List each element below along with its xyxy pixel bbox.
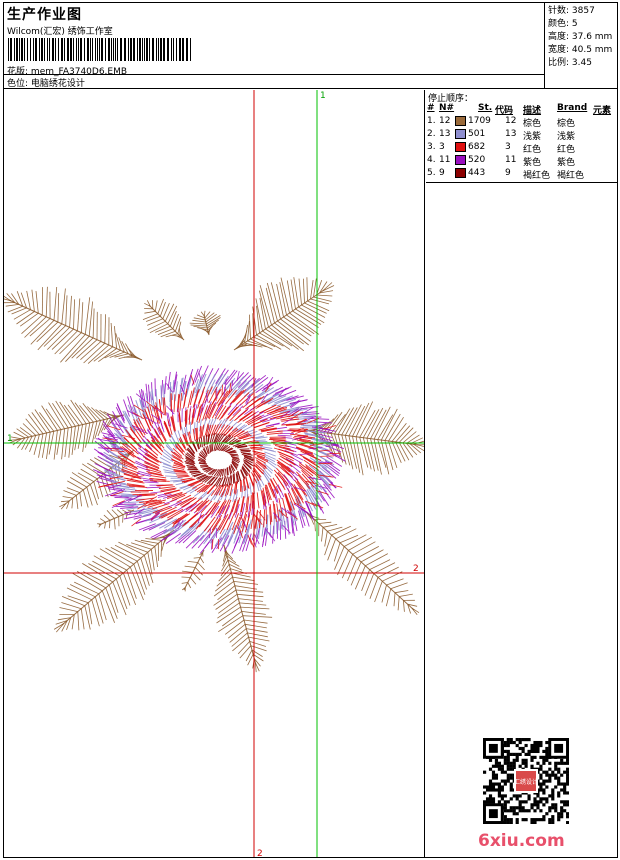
design-stats: 针数: 3857 颜色: 5 高度: 37.6 mm 宽度: 40.5 mm 比… <box>548 5 618 70</box>
row-index: 1. <box>427 116 436 126</box>
thread-row: 4. 11 520 11 紫色 紫色 <box>426 155 617 168</box>
row-brand: 棕色 <box>557 119 576 129</box>
color-value: 电脑绣花设计 <box>30 79 85 89</box>
row-desc: 棕色 <box>523 119 542 129</box>
marker-left: 1 <box>7 434 13 444</box>
row-stitches: 1709 <box>468 116 491 126</box>
thread-sequence-table: 停止顺序： # N# St. 代码 描述 Brand 元素 1. 12 1709 12… <box>426 90 617 183</box>
qr-stamp-text: 汇绣设计 <box>514 778 538 786</box>
row-index: 4. <box>427 155 436 165</box>
thread-row: 1. 12 1709 12 棕色 棕色 <box>426 116 617 129</box>
col-stitches: St. <box>478 103 493 113</box>
thread-row: 5. 9 443 9 褐红色 褐红色 <box>426 168 617 181</box>
stat-stitches: 针数: 3857 <box>548 6 595 16</box>
header-info: 生产作业图 Wilcom(汇宏) 绣饰工作室 花版: mem_FA3740D6.… <box>4 3 545 89</box>
qr-code: 汇绣设计 <box>483 738 569 824</box>
row-brand: 浅紫 <box>557 132 576 142</box>
thread-color-swatch <box>455 129 466 139</box>
page-title: 生产作业图 <box>7 7 82 23</box>
col-brand: Brand <box>557 103 588 113</box>
row-brand: 紫色 <box>557 158 576 168</box>
row-desc: 褐红色 <box>523 171 551 181</box>
stitch-layer <box>4 277 424 673</box>
stat-scale: 比例: 3.45 <box>548 58 592 68</box>
thread-color-swatch <box>455 168 466 178</box>
color-label: 色位: <box>7 79 29 89</box>
row-brand: 红色 <box>557 145 576 155</box>
marker-right: 2 <box>413 564 419 574</box>
design-canvas[interactable]: 1 1 2 2 <box>4 90 425 857</box>
row-index: 2. <box>427 129 436 139</box>
site-watermark: 6xiu.com <box>478 831 565 851</box>
company-name: Wilcom(汇宏) 绣饰工作室 <box>7 27 113 37</box>
row-number: 3 <box>439 142 445 152</box>
sheet-header: 生产作业图 Wilcom(汇宏) 绣饰工作室 花版: mem_FA3740D6.… <box>4 3 617 89</box>
row-stitches: 443 <box>468 168 486 178</box>
row-brand: 褐红色 <box>557 171 585 181</box>
thread-color-swatch <box>455 116 466 126</box>
col-code: 代码 <box>495 106 514 116</box>
row-index: 5. <box>427 168 436 178</box>
row-stitches: 520 <box>468 155 486 165</box>
row-number: 11 <box>439 155 451 165</box>
row-code: 3 <box>505 142 511 152</box>
row-number: 9 <box>439 168 445 178</box>
col-number: N# <box>439 103 455 113</box>
thread-row: 2. 13 501 13 浅紫 浅紫 <box>426 129 617 142</box>
row-stitches: 682 <box>468 142 486 152</box>
thread-color-swatch <box>455 142 466 152</box>
stat-height: 高度: 37.6 mm <box>548 32 613 42</box>
marker-bottom: 2 <box>257 849 263 857</box>
row-desc: 紫色 <box>523 158 542 168</box>
row-index: 3. <box>427 142 436 152</box>
row-desc: 红色 <box>523 145 542 155</box>
production-sheet: 生产作业图 Wilcom(汇宏) 绣饰工作室 花版: mem_FA3740D6.… <box>3 2 618 858</box>
thread-color-swatch <box>455 155 466 165</box>
thread-row: 3. 3 682 3 红色 红色 <box>426 142 617 155</box>
embroidery-preview: 1 1 2 2 <box>4 90 424 857</box>
col-element: 元素 <box>593 106 612 116</box>
row-desc: 浅紫 <box>523 132 542 142</box>
col-desc: 描述 <box>523 106 542 116</box>
thread-table-header: # N# St. 代码 描述 Brand 元素 <box>426 103 617 116</box>
marker-top: 1 <box>320 91 326 101</box>
row-code: 9 <box>505 168 511 178</box>
row-number: 12 <box>439 116 451 126</box>
header-divider <box>4 74 545 75</box>
row-code: 11 <box>505 155 517 165</box>
barcode <box>8 38 191 61</box>
stat-width: 宽度: 40.5 mm <box>548 45 613 55</box>
row-code: 12 <box>505 116 517 126</box>
row-stitches: 501 <box>468 129 486 139</box>
row-number: 13 <box>439 129 451 139</box>
col-index: # <box>427 103 435 113</box>
color-row: 色位: 电脑绣花设计 <box>7 76 85 89</box>
row-code: 13 <box>505 129 517 139</box>
stat-colors: 颜色: 5 <box>548 19 578 29</box>
